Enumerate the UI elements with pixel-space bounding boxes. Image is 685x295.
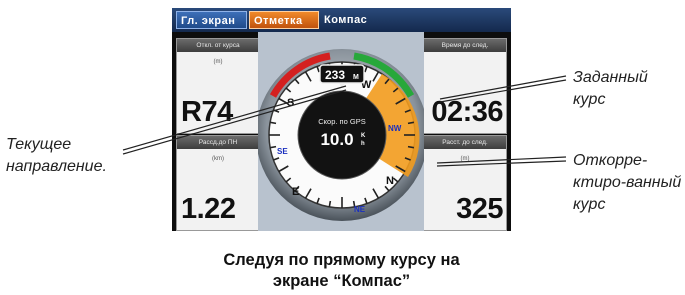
off-course-unit: (m) (213, 59, 223, 65)
cardinal-n: N (386, 175, 394, 187)
compass-tick (269, 121, 277, 125)
off-course-panel[interactable]: Откл. от курса (m) R74 (176, 38, 260, 134)
cardinal-se: SE (277, 147, 288, 156)
distance-to-waypoint-value: 1.22 (181, 193, 236, 225)
compass-dial: W NW N NE E SE S 233 M Скор. по GPS 10.0… (258, 49, 424, 221)
tab-compass[interactable]: Компас (320, 11, 392, 29)
time-to-next-value: 02:36 (431, 96, 503, 128)
off-course-header: Откл. от курса (177, 39, 259, 52)
tab-home[interactable]: Гл. экран (176, 11, 247, 29)
corrected-course-callout-line-1: Откорре- (573, 152, 648, 169)
heading-value: 233 (325, 68, 345, 82)
distance-to-next-value: 325 (456, 193, 503, 225)
cardinal-s: S (287, 97, 294, 109)
compass-tick (328, 200, 332, 208)
speed-label: Скор. по GPS (318, 117, 365, 126)
compass-tick (407, 121, 415, 125)
compass-tick (269, 145, 277, 149)
speed-unit-top: K (361, 133, 366, 139)
tab-bar: Гл. экран Отметка Компас (172, 8, 511, 32)
caption-line-1: Следуя по прямому курсу на (223, 251, 460, 269)
compass-gauge: W NW N NE E SE S 233 M Скор. по GPS 10.0… (258, 32, 424, 231)
distance-to-waypoint-panel[interactable]: Рассд.до ПН (km) 1.22 (176, 135, 260, 231)
time-to-next-header: Время до след. (424, 39, 506, 52)
speed-value: 10.0 (320, 130, 353, 149)
corrected-course-callout-line-3: курс (573, 196, 606, 213)
time-to-next-panel[interactable]: Время до след. 02:36 (423, 38, 507, 134)
compass-tick (407, 145, 415, 149)
tab-mark[interactable]: Отметка (249, 11, 319, 29)
distance-to-next-panel[interactable]: Расст. до след. (m) 325 (423, 135, 507, 231)
distance-to-waypoint-unit: (km) (212, 156, 224, 162)
caption-line-2: экране “Компас” (272, 272, 411, 290)
chartplotter-screen: Гл. экран Отметка Компас Откл. от курса … (172, 8, 511, 231)
heading-unit: M (353, 74, 359, 81)
corrected-course-callout-line-2: ктиро-ванный (573, 174, 682, 191)
speed-unit-bottom: h (361, 141, 365, 147)
cardinal-e: E (292, 186, 299, 198)
desired-course-callout-line-1: Заданный (573, 69, 648, 86)
current-heading-callout-line-2: направление. (6, 158, 107, 175)
desired-course-callout: Заданный курс (573, 67, 648, 111)
current-heading-callout-line-1: Текущее (6, 136, 72, 153)
current-heading-callout: Текущее направление. (6, 134, 107, 178)
distance-to-waypoint-header: Рассд.до ПН (177, 136, 259, 149)
distance-to-next-header: Расст. до след. (424, 136, 506, 149)
distance-to-next-unit: (m) (460, 156, 470, 162)
cardinal-ne: NE (354, 205, 366, 214)
desired-course-callout-line-2: курс (573, 91, 606, 108)
off-course-value: R74 (181, 96, 233, 128)
cardinal-nw: NW (388, 124, 402, 133)
corrected-course-callout: Откорре- ктиро-ванный курс (573, 150, 681, 216)
